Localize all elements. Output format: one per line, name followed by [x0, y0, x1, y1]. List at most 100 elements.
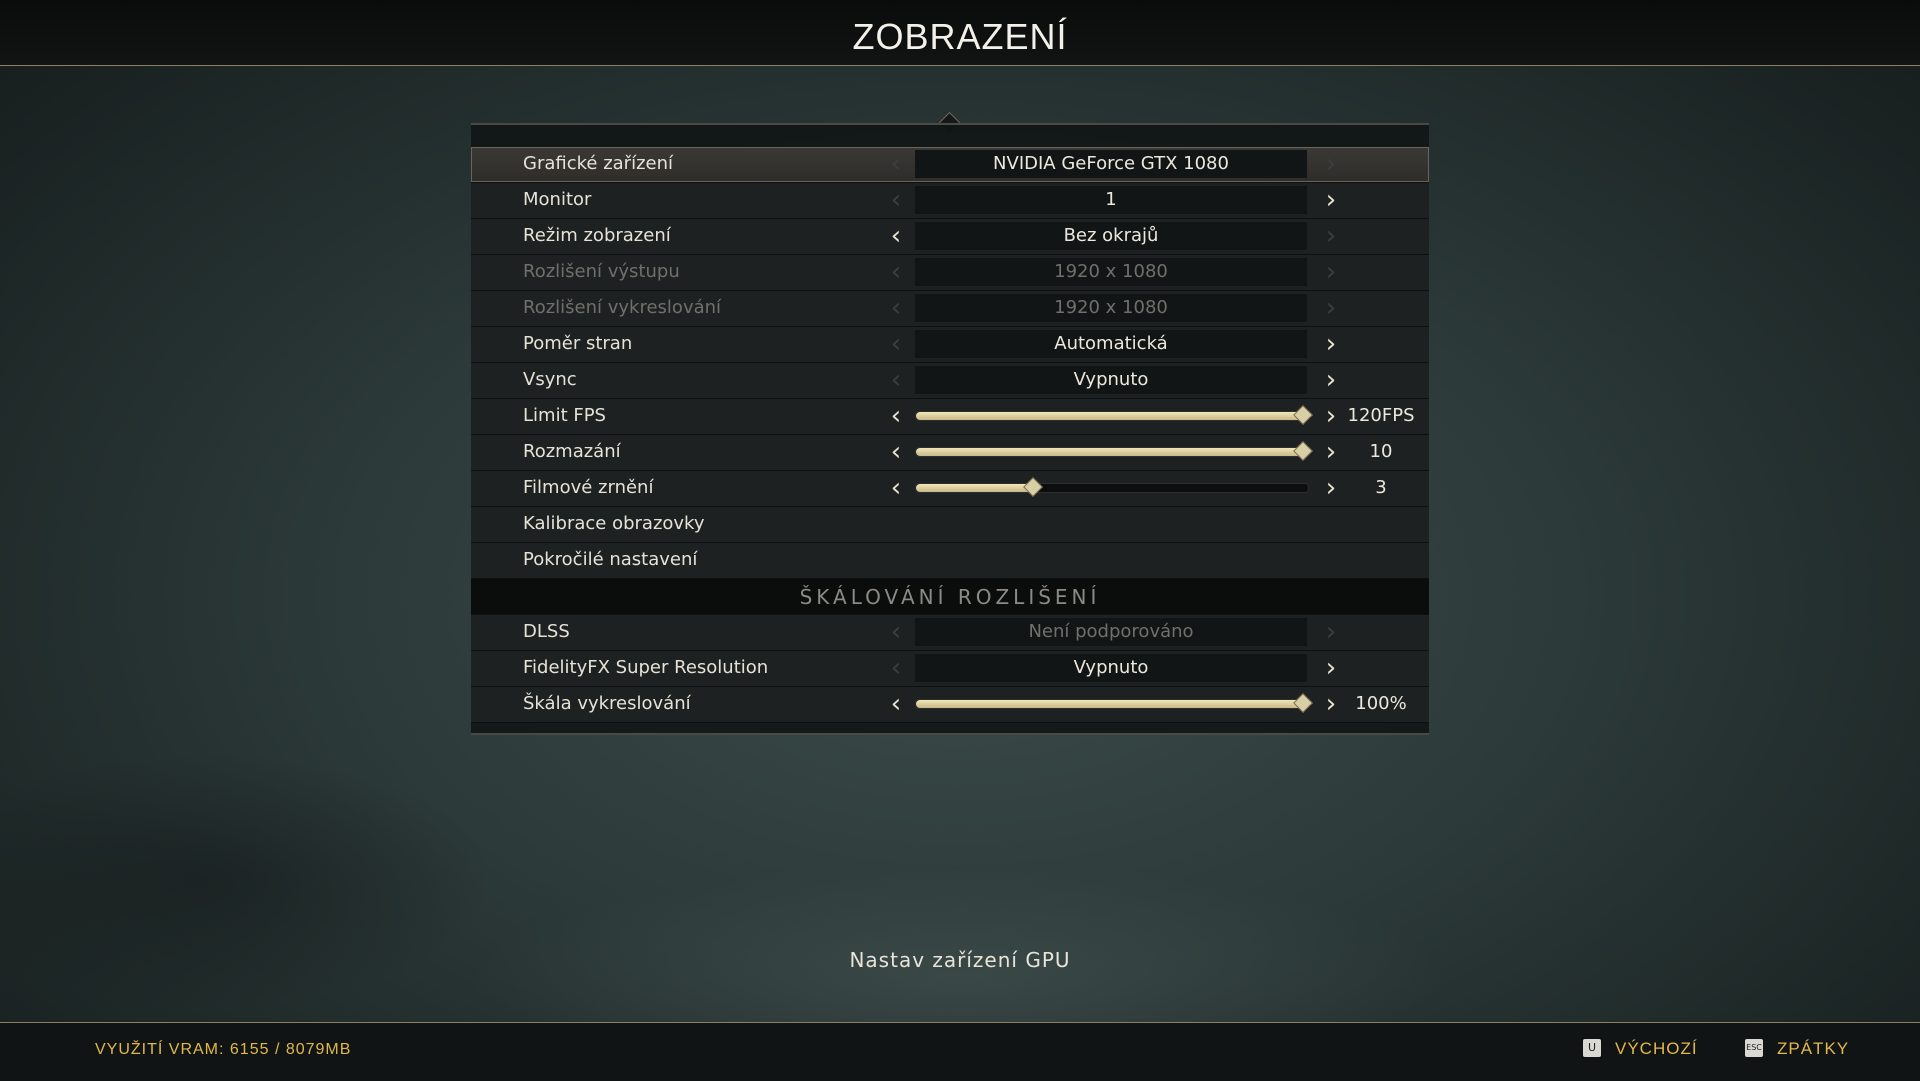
slider-value: 10	[1369, 441, 1393, 462]
setting-row-graficke-zarizeni[interactable]: Grafické zařízení ‹ NVIDIA GeForce GTX 108…	[471, 147, 1429, 183]
slider[interactable]	[915, 441, 1313, 461]
slider[interactable]	[915, 693, 1313, 713]
vram-usage: VYUŽITÍ VRAM: 6155 / 8079MB	[95, 1041, 352, 1058]
setting-row-dlss[interactable]: DLSS ‹ Není podporováno ›	[471, 615, 1429, 651]
chevron-right-icon[interactable]: ›	[1319, 618, 1343, 646]
setting-label: Režim zobrazení	[523, 225, 671, 246]
setting-row-limit-fps[interactable]: Limit FPS ‹ › 120FPS	[471, 399, 1429, 435]
slider-thumb[interactable]	[1293, 693, 1313, 713]
option-value-box: Vypnuto	[915, 366, 1307, 394]
setting-label: Rozlišení vykreslování	[523, 297, 722, 318]
section-header: ŠKÁLOVÁNÍ ROZLIŠENÍ	[471, 579, 1429, 615]
setting-row-rezim-zobrazeni[interactable]: Režim zobrazení ‹ Bez okrajů ›	[471, 219, 1429, 255]
option-value-box: 1920 x 1080	[915, 258, 1307, 286]
chevron-left-icon[interactable]: ‹	[884, 654, 908, 682]
setting-label: Monitor	[523, 189, 592, 210]
option-value: Automatická	[1054, 333, 1168, 354]
slider-fill	[916, 448, 1306, 456]
slider-fill	[916, 412, 1306, 420]
setting-row-vsync[interactable]: Vsync ‹ Vypnuto ›	[471, 363, 1429, 399]
slider[interactable]	[915, 477, 1309, 497]
option-value-box: Bez okrajů	[915, 222, 1307, 250]
setting-label: Filmové zrnění	[523, 477, 654, 498]
setting-row-fidelityfx-super-resolution[interactable]: FidelityFX Super Resolution ‹ Vypnuto ›	[471, 651, 1429, 687]
chevron-right-icon[interactable]: ›	[1319, 186, 1343, 214]
option-value-box: Vypnuto	[915, 654, 1307, 682]
slider-thumb[interactable]	[1293, 441, 1313, 461]
setting-label: Škála vykreslování	[523, 693, 691, 714]
chevron-right-icon[interactable]: ›	[1319, 474, 1343, 502]
chevron-left-icon[interactable]: ‹	[884, 438, 908, 466]
esc-key-icon: ESC	[1745, 1039, 1763, 1057]
setting-label: Grafické zařízení	[523, 153, 674, 174]
settings-panel: Grafické zařízení ‹ NVIDIA GeForce GTX 108…	[471, 123, 1429, 735]
chevron-right-icon[interactable]: ›	[1319, 366, 1343, 394]
setting-row-rozliseni-vystupu[interactable]: Rozlišení výstupu ‹ 1920 x 1080 ›	[471, 255, 1429, 291]
option-value-box: Není podporováno	[915, 618, 1307, 646]
option-value-box: Automatická	[915, 330, 1307, 358]
setting-row-skala-vykreslovani[interactable]: Škála vykreslování ‹ › 100%	[471, 687, 1429, 723]
footer-bar: VYUŽITÍ VRAM: 6155 / 8079MB U VÝCHOZÍ ES…	[0, 1022, 1920, 1081]
chevron-left-icon[interactable]: ‹	[884, 618, 908, 646]
chevron-left-icon[interactable]: ‹	[884, 402, 908, 430]
setting-description: Nastav zařízení GPU	[849, 948, 1071, 972]
chevron-left-icon[interactable]: ‹	[884, 186, 908, 214]
option-value: 1	[1105, 189, 1117, 210]
setting-row-monitor[interactable]: Monitor ‹ 1 ›	[471, 183, 1429, 219]
chevron-left-icon[interactable]: ‹	[884, 222, 908, 250]
title-bar: ZOBRAZENÍ	[0, 0, 1920, 66]
setting-label: DLSS	[523, 621, 570, 642]
default-button-label: VÝCHOZÍ	[1615, 1039, 1698, 1058]
setting-row-pomer-stran[interactable]: Poměr stran ‹ Automatická ›	[471, 327, 1429, 363]
setting-label: FidelityFX Super Resolution	[523, 657, 769, 678]
chevron-right-icon[interactable]: ›	[1319, 222, 1343, 250]
option-value-box: 1920 x 1080	[915, 294, 1307, 322]
slider-value: 120FPS	[1347, 405, 1415, 426]
u-key-icon: U	[1583, 1039, 1601, 1057]
setting-label: Kalibrace obrazovky	[523, 513, 705, 534]
chevron-left-icon[interactable]: ‹	[884, 258, 908, 286]
option-value-box: 1	[915, 186, 1307, 214]
setting-row-rozmazani[interactable]: Rozmazání ‹ › 10	[471, 435, 1429, 471]
option-value: Vypnuto	[1073, 657, 1149, 678]
slider-fill	[916, 700, 1306, 708]
option-value: Není podporováno	[1028, 621, 1194, 642]
page-title: ZOBRAZENÍ	[852, 16, 1068, 57]
setting-label: Rozlišení výstupu	[523, 261, 680, 282]
setting-label: Pokročilé nastavení	[523, 549, 698, 570]
setting-row-rozliseni-vykreslovani[interactable]: Rozlišení vykreslování ‹ 1920 x 1080 ›	[471, 291, 1429, 327]
chevron-right-icon[interactable]: ›	[1319, 294, 1343, 322]
setting-row-filmove-zrneni[interactable]: Filmové zrnění ‹ › 3	[471, 471, 1429, 507]
chevron-left-icon[interactable]: ‹	[884, 150, 908, 178]
chevron-right-icon[interactable]: ›	[1319, 654, 1343, 682]
setting-label: Poměr stran	[523, 333, 633, 354]
chevron-right-icon[interactable]: ›	[1319, 402, 1343, 430]
chevron-left-icon[interactable]: ‹	[884, 366, 908, 394]
option-value: Bez okrajů	[1063, 225, 1159, 246]
setting-label: Limit FPS	[523, 405, 606, 426]
chevron-right-icon[interactable]: ›	[1319, 690, 1343, 718]
setting-label: Rozmazání	[523, 441, 621, 462]
setting-row-kalibrace-obrazovky[interactable]: Kalibrace obrazovky	[471, 507, 1429, 543]
back-button-label: ZPÁTKY	[1777, 1039, 1850, 1058]
slider-thumb[interactable]	[1022, 477, 1043, 497]
chevron-right-icon[interactable]: ›	[1319, 438, 1343, 466]
chevron-left-icon[interactable]: ‹	[884, 690, 908, 718]
option-value-box: NVIDIA GeForce GTX 1080	[915, 150, 1307, 178]
option-value: 1920 x 1080	[1054, 297, 1168, 318]
setting-row-pokrocile-nastaveni[interactable]: Pokročilé nastavení	[471, 543, 1429, 579]
slider-fill	[916, 484, 1032, 492]
slider[interactable]	[915, 405, 1313, 425]
chevron-right-icon[interactable]: ›	[1319, 258, 1343, 286]
chevron-left-icon[interactable]: ‹	[884, 474, 908, 502]
chevron-right-icon[interactable]: ›	[1319, 150, 1343, 178]
slider-value: 3	[1375, 477, 1387, 498]
chevron-right-icon[interactable]: ›	[1319, 330, 1343, 358]
slider-value: 100%	[1355, 693, 1407, 714]
slider-thumb[interactable]	[1293, 405, 1313, 425]
setting-label: Vsync	[523, 369, 577, 390]
chevron-left-icon[interactable]: ‹	[884, 330, 908, 358]
chevron-left-icon[interactable]: ‹	[884, 294, 908, 322]
section-title: ŠKÁLOVÁNÍ ROZLIŠENÍ	[799, 585, 1101, 609]
option-value: NVIDIA GeForce GTX 1080	[993, 153, 1229, 174]
